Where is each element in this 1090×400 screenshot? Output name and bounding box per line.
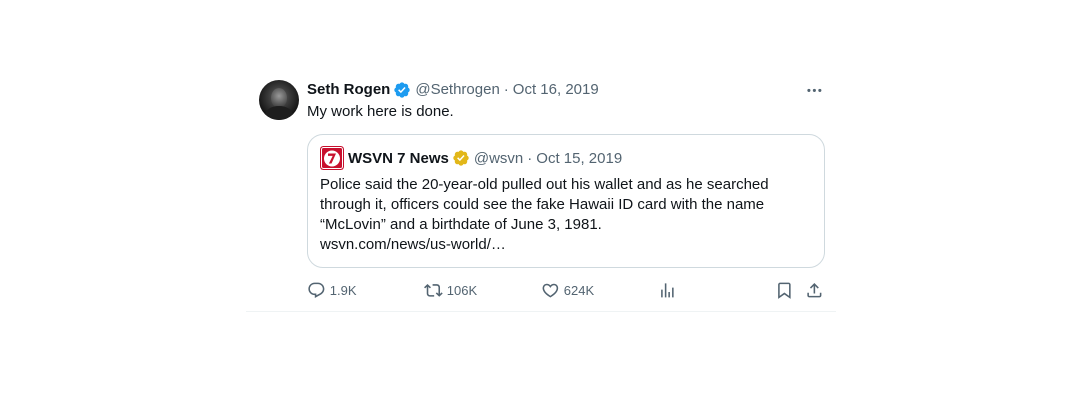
avatar[interactable]: [259, 80, 299, 120]
quoted-text-line: through it, officers could see the fake …: [320, 196, 765, 213]
author-name[interactable]: Seth Rogen: [307, 80, 390, 100]
tweet-text: My work here is done.: [307, 103, 454, 120]
share-button[interactable]: [805, 280, 824, 300]
avatar-face: [271, 88, 287, 108]
quoted-author-handle[interactable]: @wsvn: [474, 150, 523, 167]
reply-button[interactable]: 1.9K: [307, 280, 357, 300]
more-icon: [806, 88, 822, 92]
like-count: 624K: [563, 282, 595, 298]
repost-count: 106K: [446, 282, 478, 298]
bookmark-icon: [778, 282, 791, 299]
repost-icon: [424, 283, 443, 297]
author-handle[interactable]: @Sethrogen: [415, 80, 499, 100]
quoted-tweet[interactable]: WSVN 7 News @wsvn · Oct 15, 2019 Police …: [307, 134, 825, 268]
verified-org-badge-icon: [453, 150, 469, 166]
header-separator: ·: [503, 81, 509, 98]
quoted-text-line: Police said the 20-year-old pulled out h…: [320, 176, 769, 193]
quoted-text-line: “McLovin” and a birthdate of June 3, 198…: [320, 216, 602, 233]
quoted-author-name[interactable]: WSVN 7 News: [348, 150, 449, 167]
wsvn-logo-icon: [320, 146, 344, 170]
quoted-tweet-date[interactable]: Oct 15, 2019: [536, 150, 622, 167]
reply-icon: [308, 282, 325, 298]
quoted-tweet-header: WSVN 7 News @wsvn · Oct 15, 2019: [320, 146, 622, 170]
tweet-date[interactable]: Oct 16, 2019: [513, 80, 599, 100]
verified-badge-icon: [394, 82, 411, 98]
reply-count: 1.9K: [329, 282, 357, 298]
avatar-shoulders: [265, 106, 293, 120]
views-button[interactable]: [658, 280, 677, 300]
quoted-header-separator: ·: [527, 149, 533, 167]
tweet-card[interactable]: Seth Rogen @Sethrogen · Oct 16, 2019 My …: [246, 64, 836, 312]
tweet-header: Seth Rogen @Sethrogen · Oct 16, 2019: [307, 80, 599, 100]
bookmark-button[interactable]: [775, 280, 794, 300]
more-button[interactable]: [804, 80, 824, 100]
action-bar: 1.9K 106K 624K: [307, 280, 826, 300]
repost-button[interactable]: 106K: [424, 280, 477, 300]
like-icon: [542, 283, 559, 298]
quoted-link[interactable]: wsvn.com/news/us-world/…: [320, 235, 816, 255]
quoted-tweet-text: Police said the 20-year-old pulled out h…: [320, 175, 816, 255]
like-button[interactable]: 624K: [541, 280, 594, 300]
share-icon: [807, 282, 822, 298]
views-icon: [661, 282, 674, 298]
